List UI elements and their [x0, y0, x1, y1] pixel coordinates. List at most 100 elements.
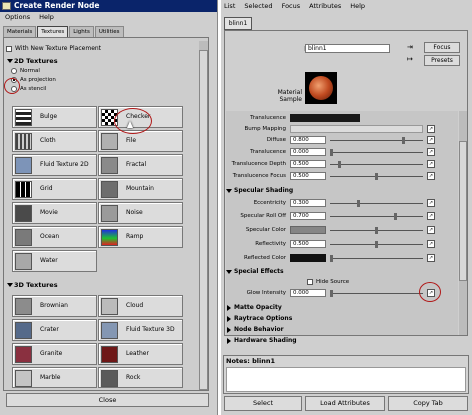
- translucence-depth-slider[interactable]: [330, 161, 423, 168]
- close-button[interactable]: Close: [6, 393, 209, 407]
- section-specular-shading[interactable]: Specular Shading: [224, 186, 456, 195]
- reflectivity-slider[interactable]: [330, 241, 423, 248]
- bump-mapping-field[interactable]: [290, 125, 423, 133]
- slider-knob[interactable]: [402, 137, 405, 144]
- tab-materials[interactable]: Materials: [3, 26, 37, 37]
- presets-button[interactable]: Presets: [424, 55, 460, 66]
- left-scrollbar-thumb[interactable]: [199, 50, 208, 390]
- slider-knob[interactable]: [330, 149, 333, 156]
- texture-ramp-button[interactable]: Ramp: [98, 226, 183, 248]
- diffuse-slider[interactable]: [330, 137, 423, 144]
- texture-bulge-button[interactable]: Bulge: [12, 106, 97, 128]
- section-node-behavior[interactable]: Node Behavior: [224, 325, 456, 334]
- tab-utilities[interactable]: Utilities: [94, 26, 124, 37]
- menu-attributes[interactable]: Attributes: [309, 2, 341, 10]
- right-scrollbar-thumb[interactable]: [459, 141, 467, 281]
- map-button-icon[interactable]: ↗: [427, 148, 435, 156]
- with-new-placement-checkbox[interactable]: [6, 45, 12, 52]
- texture-ocean-button[interactable]: Ocean: [12, 226, 97, 248]
- menu-selected[interactable]: Selected: [244, 2, 272, 10]
- menu-help[interactable]: Help: [350, 2, 365, 10]
- slider-knob[interactable]: [375, 173, 378, 180]
- translucence-depth-field[interactable]: 0.500: [290, 160, 326, 168]
- texture-water-button[interactable]: Water: [12, 250, 97, 272]
- map-button-icon[interactable]: ↗: [427, 212, 435, 220]
- map-button-icon[interactable]: ↗: [427, 240, 435, 248]
- tab-blinn1[interactable]: blinn1: [224, 17, 252, 30]
- copy-tab-button[interactable]: Copy Tab: [388, 396, 468, 411]
- radio-normal-button[interactable]: [11, 67, 17, 74]
- texture-leather-button[interactable]: Leather: [98, 343, 183, 365]
- slider-knob[interactable]: [394, 213, 397, 220]
- input-connection-icon[interactable]: ⇥: [407, 43, 416, 52]
- map-button-icon[interactable]: ↗: [427, 254, 435, 262]
- radio-normal[interactable]: Normal: [11, 67, 40, 76]
- map-button-icon[interactable]: ↗: [427, 172, 435, 180]
- map-button-icon[interactable]: ↗: [427, 199, 435, 207]
- texture-cloth-button[interactable]: Cloth: [12, 130, 97, 152]
- diffuse-field[interactable]: 0.800: [290, 136, 326, 144]
- map-button-icon[interactable]: ↗: [427, 125, 435, 133]
- hide-source-row[interactable]: Hide Source: [307, 278, 349, 287]
- menu-help[interactable]: Help: [39, 13, 54, 21]
- slider-knob[interactable]: [330, 290, 333, 297]
- reflected-color-slider[interactable]: [330, 255, 423, 262]
- section-matte-opacity[interactable]: Matte Opacity: [224, 303, 456, 312]
- texture-file-button[interactable]: File: [98, 130, 183, 152]
- specular-roll-off-field[interactable]: 0.700: [290, 212, 326, 220]
- texture-granite-button[interactable]: Granite: [12, 343, 97, 365]
- section-2d-textures[interactable]: 2D Textures: [5, 57, 58, 66]
- translucence-field[interactable]: 0.000: [290, 148, 326, 156]
- slider-knob[interactable]: [375, 241, 378, 248]
- slider-knob[interactable]: [338, 161, 341, 168]
- output-connection-icon[interactable]: ↦: [407, 55, 416, 64]
- map-button-icon[interactable]: ↗: [427, 226, 435, 234]
- tab-lights[interactable]: Lights: [69, 26, 94, 37]
- texture-fluid-3d-button[interactable]: Fluid Texture 3D: [98, 319, 183, 341]
- texture-fractal-button[interactable]: Fractal: [98, 154, 183, 176]
- menu-list[interactable]: List: [224, 2, 235, 10]
- left-scrollbar[interactable]: [199, 41, 208, 390]
- select-button[interactable]: Select: [224, 396, 302, 411]
- specular-roll-off-slider[interactable]: [330, 213, 423, 220]
- texture-movie-button[interactable]: Movie: [12, 202, 97, 224]
- translucence-color-swatch[interactable]: [290, 114, 360, 122]
- focus-button[interactable]: Focus: [424, 42, 460, 53]
- map-button-icon[interactable]: ↗: [427, 136, 435, 144]
- translucence-focus-slider[interactable]: [330, 173, 423, 180]
- specular-color-swatch[interactable]: [290, 226, 326, 234]
- section-special-effects[interactable]: Special Effects: [224, 267, 456, 276]
- reflectivity-field[interactable]: 0.500: [290, 240, 326, 248]
- menu-focus[interactable]: Focus: [282, 2, 301, 10]
- texture-rock-button[interactable]: Rock: [98, 367, 183, 388]
- map-button-icon[interactable]: ↗: [427, 160, 435, 168]
- load-attributes-button[interactable]: Load Attributes: [305, 396, 385, 411]
- texture-cloud-button[interactable]: Cloud: [98, 295, 183, 317]
- name-field[interactable]: blinn1: [305, 44, 390, 53]
- texture-grid-button[interactable]: Grid: [12, 178, 97, 200]
- texture-noise-button[interactable]: Noise: [98, 202, 183, 224]
- translucence-slider[interactable]: [330, 149, 423, 156]
- reflected-color-swatch[interactable]: [290, 254, 326, 262]
- notes-textarea[interactable]: [226, 367, 466, 392]
- tab-textures[interactable]: Textures: [37, 26, 69, 37]
- texture-fluid-2d-button[interactable]: Fluid Texture 2D: [12, 154, 97, 176]
- specular-color-slider[interactable]: [330, 227, 423, 234]
- eccentricity-field[interactable]: 0.300: [290, 199, 326, 207]
- translucence-focus-field[interactable]: 0.500: [290, 172, 326, 180]
- texture-crater-button[interactable]: Crater: [12, 319, 97, 341]
- texture-marble-button[interactable]: Marble: [12, 367, 97, 388]
- section-hardware-shading[interactable]: Hardware Shading: [224, 336, 456, 345]
- slider-knob[interactable]: [375, 227, 378, 234]
- slider-knob[interactable]: [330, 255, 333, 262]
- glow-intensity-slider[interactable]: [330, 290, 423, 297]
- texture-brownian-button[interactable]: Brownian: [12, 295, 97, 317]
- eccentricity-slider[interactable]: [330, 200, 423, 207]
- hide-source-checkbox[interactable]: [307, 278, 313, 285]
- slider-knob[interactable]: [357, 200, 360, 207]
- texture-mountain-button[interactable]: Mountain: [98, 178, 183, 200]
- section-3d-textures[interactable]: 3D Textures: [5, 281, 58, 290]
- with-new-placement-row[interactable]: With New Texture Placement: [6, 44, 101, 53]
- right-scrollbar[interactable]: [459, 111, 467, 335]
- glow-intensity-field[interactable]: 0.000: [290, 289, 326, 297]
